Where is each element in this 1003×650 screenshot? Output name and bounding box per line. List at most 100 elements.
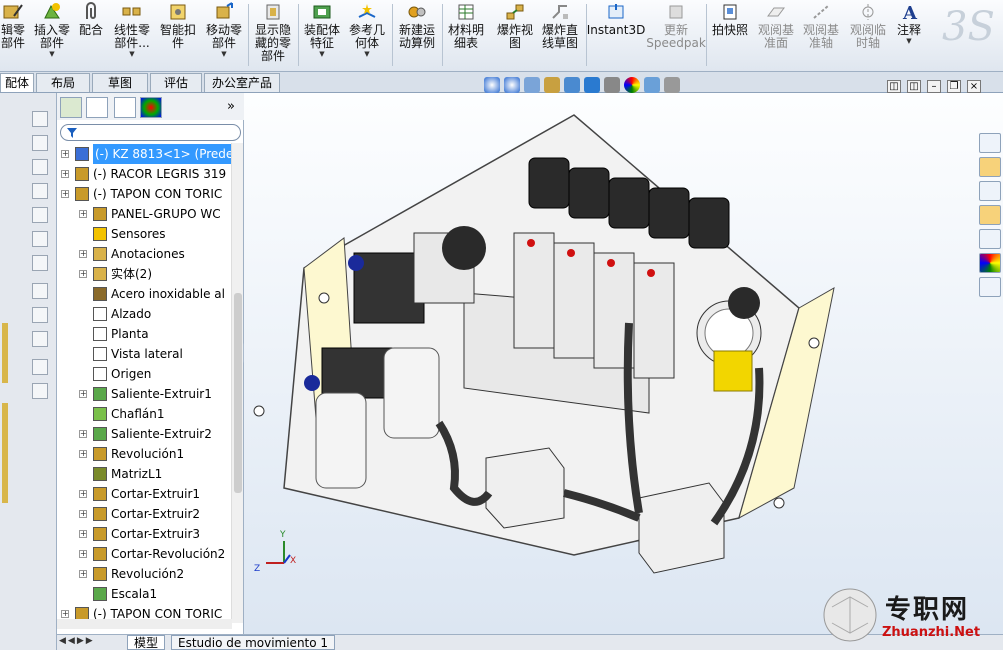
tab-motion-study[interactable]: Estudio de movimiento 1 — [171, 635, 336, 650]
tree-scrollbar-thumb[interactable] — [234, 293, 242, 493]
smart-fasteners-button[interactable]: 智能扣 件 — [158, 2, 198, 70]
tab-model[interactable]: 模型 — [127, 635, 166, 650]
insert-component-button[interactable]: 插入零 部件 ▼ — [31, 2, 73, 70]
expand-toggle-icon[interactable]: + — [79, 210, 87, 218]
show-hidden-components-button[interactable]: 显示隐 藏的零 部件 — [251, 2, 295, 70]
expand-toggle-icon[interactable]: + — [79, 550, 87, 558]
task-pane-collapse-icon[interactable] — [979, 133, 1001, 153]
expand-toggle-icon[interactable]: + — [79, 430, 87, 438]
toolbar-cube-icon[interactable] — [32, 135, 48, 151]
design-library-icon[interactable] — [979, 181, 1001, 201]
expand-tabs-chevron-icon[interactable]: » — [227, 99, 235, 114]
tree-row[interactable]: + Saliente-Extruir2 — [57, 424, 232, 444]
edit-component-button[interactable]: 辑零 部件 — [0, 2, 26, 70]
toolbar-sketch-icon[interactable] — [32, 307, 48, 323]
expand-toggle-icon[interactable]: + — [79, 270, 87, 278]
tree-row[interactable]: Escala1 — [57, 584, 232, 604]
expand-toggle-icon[interactable]: + — [79, 450, 87, 458]
appearances-icon[interactable] — [979, 253, 1001, 273]
dropdown-caret-icon[interactable]: ▼ — [221, 50, 226, 58]
file-explorer-icon[interactable] — [979, 205, 1001, 225]
tree-hscrollbar[interactable] — [57, 619, 232, 629]
tree-row[interactable]: + Revolución2 — [57, 564, 232, 584]
toolbar-handle[interactable] — [2, 323, 8, 383]
section-view-icon[interactable] — [544, 77, 560, 93]
tree-row[interactable]: Vista lateral — [57, 344, 232, 364]
expand-toggle-icon[interactable]: + — [79, 250, 87, 258]
tree-row[interactable]: + PANEL-GRUPO WC — [57, 204, 232, 224]
tree-row[interactable]: Chaflán1 — [57, 404, 232, 424]
expand-toggle-icon[interactable]: + — [61, 170, 69, 178]
expand-toggle-icon[interactable]: + — [61, 150, 69, 158]
assembly-model-view[interactable]: Y Z X — [244, 93, 1003, 634]
instant3d-button[interactable]: Instant3D — [587, 2, 645, 70]
tab-scroll-arrows-icon[interactable]: ◀◀▶▶ — [59, 636, 95, 646]
new-motion-study-button[interactable]: 新建运 动算例 — [395, 2, 439, 70]
tree-row[interactable]: + Revolución1 — [57, 444, 232, 464]
toolbar-cube-icon[interactable] — [32, 183, 48, 199]
move-component-button[interactable]: 移动零 部件 ▼ — [203, 2, 245, 70]
toolbar-cube-icon[interactable] — [32, 111, 48, 127]
apply-scene-icon[interactable] — [644, 77, 660, 93]
dropdown-caret-icon[interactable]: ▼ — [129, 50, 134, 58]
view-orientation-icon[interactable] — [564, 77, 580, 93]
minimize-icon[interactable]: – — [927, 80, 941, 93]
split-horizontal-icon[interactable]: ◫ — [887, 80, 901, 93]
mate-button[interactable]: 配合 — [76, 2, 106, 70]
tree-row[interactable]: + Saliente-Extruir1 — [57, 384, 232, 404]
toolbar-sketch-icon[interactable] — [32, 331, 48, 347]
tree-row[interactable]: + (-) TAPON CON TORIC — [57, 184, 232, 204]
toolbar-handle[interactable] — [2, 403, 8, 503]
tree-row[interactable]: Alzado — [57, 304, 232, 324]
edit-appearance-icon[interactable] — [624, 77, 640, 93]
toolbar-sketch-icon[interactable] — [32, 283, 48, 299]
dropdown-caret-icon[interactable]: ▼ — [49, 50, 54, 58]
dropdown-caret-icon[interactable]: ▼ — [319, 50, 324, 58]
toolbar-cube-icon[interactable] — [32, 231, 48, 247]
display-manager-tab-icon[interactable] — [140, 97, 162, 118]
previous-view-icon[interactable] — [524, 77, 540, 93]
dropdown-caret-icon[interactable]: ▼ — [906, 37, 911, 45]
toolbar-tool-icon[interactable] — [32, 383, 48, 399]
toolbar-cube-icon[interactable] — [32, 255, 48, 271]
configuration-manager-tab-icon[interactable] — [114, 97, 136, 118]
tree-row[interactable]: + (-) KZ 8813<1> (Prede — [57, 144, 232, 164]
expand-toggle-icon[interactable]: + — [79, 570, 87, 578]
toolbar-cube-icon[interactable] — [32, 159, 48, 175]
hide-show-items-icon[interactable] — [604, 77, 620, 93]
dropdown-caret-icon[interactable]: ▼ — [364, 50, 369, 58]
custom-properties-icon[interactable] — [979, 277, 1001, 297]
tree-row[interactable]: Planta — [57, 324, 232, 344]
solidworks-resources-icon[interactable] — [979, 157, 1001, 177]
exploded-view-button[interactable]: 爆炸视 图 — [494, 2, 536, 70]
feature-tree-tab-icon[interactable] — [60, 97, 82, 118]
tree-row[interactable]: MatrizL1 — [57, 464, 232, 484]
view-palette-icon[interactable] — [979, 229, 1001, 249]
tree-row[interactable]: Sensores — [57, 224, 232, 244]
tree-row[interactable]: + Cortar-Revolución2 — [57, 544, 232, 564]
expand-toggle-icon[interactable]: + — [61, 610, 69, 618]
update-speedpak-button[interactable]: 更新 Speedpak — [646, 2, 706, 70]
display-style-icon[interactable] — [584, 77, 600, 93]
restore-icon[interactable]: ❐ — [947, 80, 961, 93]
explode-line-sketch-button[interactable]: 爆炸直 线草图 — [538, 2, 582, 70]
take-snapshot-button[interactable]: 拍快照 — [710, 2, 750, 70]
tab-evaluate[interactable]: 评估 — [150, 73, 202, 92]
reference-geometry-button[interactable]: 参考几 何体 ▼ — [346, 2, 388, 70]
tree-row[interactable]: + (-) RACOR LEGRIS 319 — [57, 164, 232, 184]
split-vertical-icon[interactable]: ◫ — [907, 80, 921, 93]
toolbar-cube-icon[interactable] — [32, 207, 48, 223]
expand-toggle-icon[interactable]: + — [79, 530, 87, 538]
tree-filter-field[interactable] — [60, 124, 241, 141]
tree-row[interactable]: + Cortar-Extruir1 — [57, 484, 232, 504]
zoom-to-area-icon[interactable] — [504, 77, 520, 93]
tree-row[interactable]: + Cortar-Extruir2 — [57, 504, 232, 524]
expand-toggle-icon[interactable]: + — [61, 190, 69, 198]
close-icon[interactable]: × — [967, 80, 981, 93]
view-settings-icon[interactable] — [664, 77, 680, 93]
tab-assembly[interactable]: 配体 — [0, 73, 34, 92]
bill-of-materials-button[interactable]: 材料明 细表 — [446, 2, 486, 70]
tab-layout[interactable]: 布局 — [36, 73, 90, 92]
toolbar-tool-icon[interactable] — [32, 359, 48, 375]
expand-toggle-icon[interactable]: + — [79, 510, 87, 518]
